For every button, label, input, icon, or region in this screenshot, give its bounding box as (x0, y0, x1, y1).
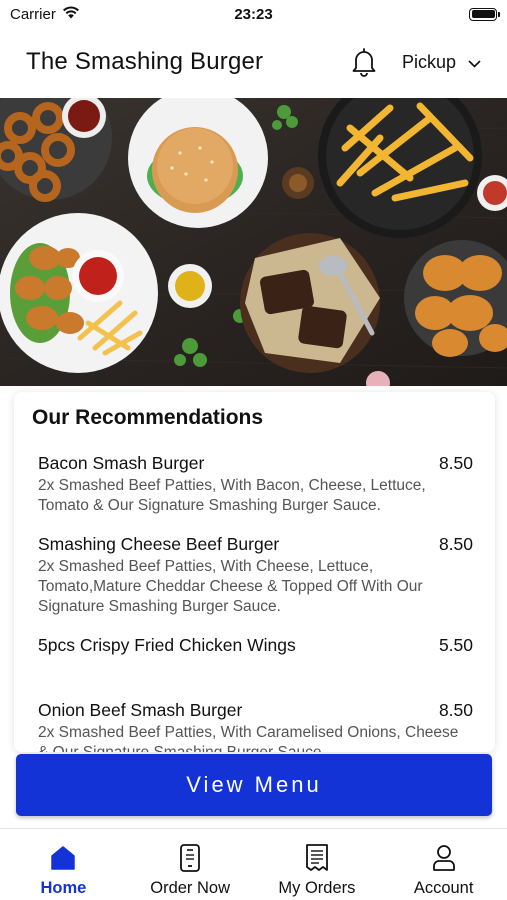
recommendations-card: Our Recommendations Bacon Smash Burger 8… (14, 392, 495, 752)
view-menu-button[interactable]: View Menu (16, 754, 492, 816)
menu-item[interactable]: 5pcs Crispy Fried Chicken Wings 5.50 (32, 635, 473, 656)
tab-my-orders[interactable]: My Orders (254, 829, 381, 900)
tab-my-orders-label: My Orders (278, 879, 356, 897)
menu-item-name: 5pcs Crispy Fried Chicken Wings (38, 635, 296, 655)
app-header: The Smashing Burger Pickup (0, 28, 507, 96)
menu-item[interactable]: Bacon Smash Burger 8.50 2x Smashed Beef … (32, 453, 473, 516)
order-mode-label: Pickup (401, 51, 456, 72)
order-mode-dropdown[interactable]: Pickup (402, 52, 481, 73)
menu-item-row: 5pcs Crispy Fried Chicken Wings 5.50 (38, 635, 473, 656)
menu-item-price: 8.50 (438, 453, 473, 473)
menu-item-price: 8.50 (438, 534, 473, 554)
tab-order-now[interactable]: Order Now (127, 829, 254, 900)
menu-item-description: 2x Smashed Beef Patties, With Bacon, Che… (38, 477, 426, 514)
menu-item-row: Bacon Smash Burger 8.50 (38, 453, 473, 474)
home-icon (48, 843, 78, 873)
carrier-label: Carrier (10, 5, 56, 23)
menu-item-description: 2x Smashed Beef Patties, With Caramelise… (38, 724, 459, 752)
tab-account[interactable]: Account (380, 829, 507, 900)
menu-item-row: Smashing Cheese Beef Burger 8.50 (38, 534, 473, 555)
menu-item[interactable]: Onion Beef Smash Burger 8.50 2x Smashed … (32, 700, 473, 752)
recommendations-title: Our Recommendations (32, 406, 264, 429)
receipt-icon (302, 843, 332, 873)
header-actions: Pickup (350, 46, 481, 78)
chevron-down-icon (468, 52, 481, 73)
menu-item-name: Bacon Smash Burger (38, 453, 205, 473)
wifi-icon (62, 5, 80, 23)
menu-item-name: Onion Beef Smash Burger (38, 700, 243, 720)
menu-item-row: Onion Beef Smash Burger 8.50 (38, 700, 473, 721)
tab-home[interactable]: Home (0, 829, 127, 900)
status-bar: Carrier 23:23 (0, 0, 507, 28)
tab-bar: Home Order Now My Orders Account (0, 828, 507, 900)
bell-icon[interactable] (350, 46, 378, 78)
status-left: Carrier (10, 5, 80, 23)
menu-item-description: 2x Smashed Beef Patties, With Cheese, Le… (38, 558, 423, 615)
tab-home-label: Home (40, 879, 87, 897)
tab-order-now-label: Order Now (150, 879, 231, 897)
menu-item-price: 8.50 (438, 700, 473, 720)
battery-icon (469, 7, 500, 21)
tab-account-label: Account (413, 879, 474, 897)
menu-item[interactable]: Smashing Cheese Beef Burger 8.50 2x Smas… (32, 534, 473, 617)
menu-item-price: 5.50 (438, 635, 473, 655)
hero-food-image (0, 98, 507, 386)
menu-item-name: Smashing Cheese Beef Burger (38, 534, 280, 554)
person-icon (429, 843, 459, 873)
phone-icon (175, 843, 205, 873)
app-title: The Smashing Burger (26, 48, 264, 75)
